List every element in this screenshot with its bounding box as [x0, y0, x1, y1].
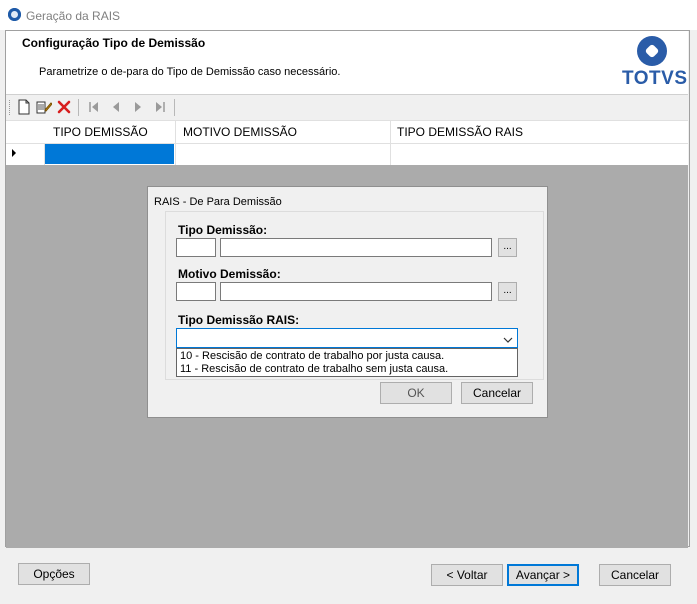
toolbar-separator [78, 99, 79, 116]
chevron-down-icon[interactable] [503, 333, 513, 347]
back-button[interactable]: < Voltar [431, 564, 503, 586]
tipo-demissao-code-input[interactable] [176, 238, 216, 257]
rais-option[interactable]: 10 - Rescisão de contrato de trabalho po… [180, 350, 444, 363]
edit-icon[interactable] [36, 99, 52, 115]
toolbar-grip [9, 100, 11, 115]
selected-cell[interactable] [45, 144, 174, 164]
motivo-demissao-description-input[interactable] [220, 282, 492, 301]
options-button[interactable]: Opções [18, 563, 90, 585]
first-icon[interactable] [86, 99, 102, 115]
column-header-rais[interactable]: TIPO DEMISSÃO RAIS [397, 125, 523, 139]
cancel-button[interactable]: Cancelar [599, 564, 671, 586]
next-button[interactable]: Avançar > [507, 564, 579, 586]
page-title: Configuração Tipo de Demissão [22, 36, 206, 50]
toolbar-separator [174, 99, 175, 116]
demission-grid[interactable]: TIPO DEMISSÃO MOTIVO DEMISSÃO TIPO DEMIS… [6, 120, 688, 165]
column-header-motivo[interactable]: MOTIVO DEMISSÃO [183, 125, 297, 139]
column-divider [175, 121, 176, 143]
new-icon[interactable] [16, 99, 32, 115]
ok-button[interactable]: OK [380, 382, 452, 404]
delete-icon[interactable] [56, 99, 72, 115]
tipo-demissao-label: Tipo Demissão: [178, 223, 268, 237]
rais-option[interactable]: 11 - Rescisão de contrato de trabalho se… [180, 363, 448, 376]
tipo-demissao-rais-select[interactable] [176, 328, 518, 348]
page-subtitle: Parametrize o de-para do Tipo de Demissã… [39, 66, 341, 78]
totvs-logo-icon [637, 36, 667, 66]
title-bar: Geração da RAIS [0, 0, 697, 30]
previous-icon[interactable] [108, 99, 124, 115]
wizard-header: Configuração Tipo de Demissão Parametriz… [6, 31, 688, 95]
tipo-demissao-rais-label: Tipo Demissão RAIS: [178, 313, 300, 327]
column-header-tipo[interactable]: TIPO DEMISSÃO [53, 125, 148, 139]
tipo-demissao-lookup-button[interactable]: ... [498, 238, 517, 257]
tipo-demissao-description-input[interactable] [220, 238, 492, 257]
motivo-demissao-code-input[interactable] [176, 282, 216, 301]
app-logo-icon [8, 8, 21, 21]
last-icon[interactable] [152, 99, 168, 115]
dialog-title: RAIS - De Para Demissão [154, 196, 282, 208]
next-icon[interactable] [130, 99, 146, 115]
dialog-cancel-button[interactable]: Cancelar [461, 382, 533, 404]
rais-options-list[interactable]: 10 - Rescisão de contrato de trabalho po… [176, 348, 518, 377]
grid-toolbar [6, 95, 688, 120]
motivo-demissao-label: Motivo Demissão: [178, 267, 281, 281]
de-para-dialog: RAIS - De Para Demissão Tipo Demissão: .… [147, 186, 548, 418]
window-title: Geração da RAIS [26, 9, 121, 23]
brand-name: TOTVS [622, 68, 688, 89]
current-row-indicator-icon [12, 149, 16, 157]
column-divider [175, 143, 176, 165]
motivo-demissao-lookup-button[interactable]: ... [498, 282, 517, 301]
